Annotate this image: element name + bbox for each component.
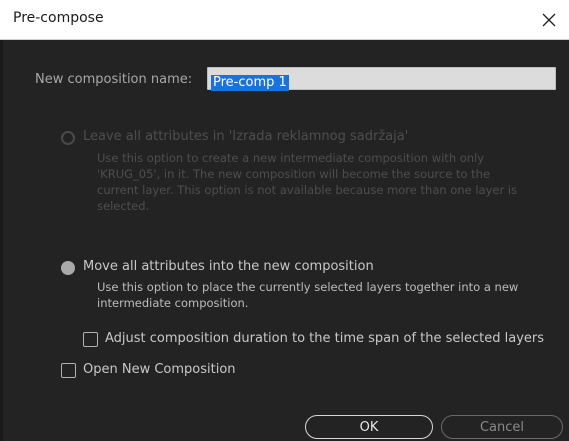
leave-attributes-title: Leave all attributes in 'Izrada reklamno… (83, 129, 409, 144)
window-edge (0, 40, 3, 441)
move-desc-line-2: intermediate composition. (97, 296, 249, 310)
open-new-composition-label[interactable]: Open New Composition (83, 362, 236, 377)
open-new-composition-checkbox[interactable] (61, 363, 76, 378)
move-attributes-radio[interactable] (61, 261, 75, 275)
leave-desc-line-1: Use this option to create a new intermed… (97, 151, 485, 165)
composition-name-input[interactable]: Pre-comp 1 (207, 67, 556, 91)
leave-attributes-description: Use this option to create a new intermed… (97, 150, 517, 214)
close-icon (542, 13, 556, 27)
move-attributes-title[interactable]: Move all attributes into the new composi… (83, 259, 374, 274)
close-button[interactable] (529, 0, 569, 40)
cancel-button[interactable]: Cancel (441, 415, 563, 439)
window-title: Pre-compose (13, 10, 104, 26)
composition-name-label: New composition name: (35, 72, 193, 87)
adjust-duration-label[interactable]: Adjust composition duration to the time … (105, 331, 544, 346)
move-desc-line-1: Use this option to place the currently s… (97, 280, 519, 294)
title-bar: Pre-compose (0, 0, 569, 40)
adjust-duration-checkbox[interactable] (83, 332, 98, 347)
leave-attributes-radio (61, 131, 75, 145)
ok-button[interactable]: OK (305, 415, 433, 439)
composition-name-value: Pre-comp 1 (211, 75, 289, 91)
leave-desc-line-2: 'KRUG_05', in it. The new composition wi… (97, 167, 491, 181)
move-attributes-description: Use this option to place the currently s… (97, 279, 518, 311)
leave-desc-line-4: selected. (97, 199, 150, 213)
leave-desc-line-3: current layer. This option is not availa… (97, 183, 518, 197)
